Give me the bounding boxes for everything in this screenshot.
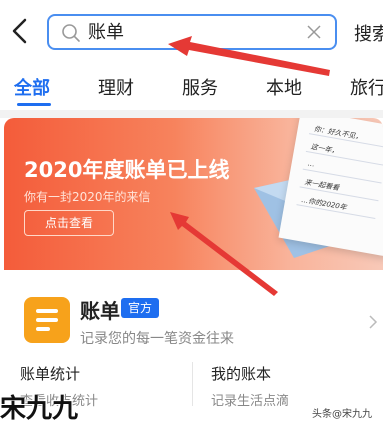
bill-statistics-title: 账单统计	[20, 365, 81, 383]
tab-all[interactable]: 全部	[14, 74, 50, 100]
watermark-right: 头条@宋九九	[312, 409, 372, 420]
view-bill-button[interactable]: 点击查看	[24, 210, 114, 236]
official-badge: 官方	[121, 298, 159, 318]
letter-illustration: 你：好久不见， 这一年， … 来一起看看 …你的2020年	[278, 118, 383, 257]
banner-title: 2020年度账单已上线	[24, 158, 230, 182]
app-description: 记录您的每一笔资金往来	[80, 331, 234, 347]
clear-icon[interactable]	[305, 23, 323, 41]
category-tabs: 全部 理财 服务 本地 旅行	[0, 62, 383, 110]
search-button[interactable]: 搜索	[354, 20, 383, 46]
letter-text: 这一年，	[310, 142, 340, 156]
tab-services[interactable]: 服务	[182, 74, 218, 100]
watermark-left: 宋九九	[0, 394, 79, 424]
chevron-right-icon[interactable]	[368, 314, 378, 330]
annual-bill-banner[interactable]: 你：好久不见， 这一年， … 来一起看看 …你的2020年 2020年度账单已上…	[4, 118, 383, 270]
divider	[192, 362, 193, 406]
letter-text: 你：好久不见，	[313, 125, 363, 142]
search-icon	[62, 24, 80, 42]
tab-local[interactable]: 本地	[266, 74, 302, 100]
search-input[interactable]: 账单	[47, 14, 337, 50]
search-query-text: 账单	[88, 22, 124, 43]
app-name: 账单	[80, 299, 120, 323]
letter-text: …	[307, 159, 316, 169]
my-ledger-subtitle: 记录生活点滴	[211, 394, 290, 409]
tab-travel[interactable]: 旅行	[350, 74, 383, 100]
my-ledger-title: 我的账本	[211, 365, 272, 383]
top-bar: 账单 搜索	[0, 0, 383, 62]
my-ledger-entry[interactable]: 我的账本 记录生活点滴	[211, 363, 289, 409]
bill-app-icon	[24, 297, 70, 343]
section-gap	[0, 110, 383, 118]
active-tab-indicator	[17, 103, 51, 106]
banner-subtitle: 你有一封2020年的来信	[24, 190, 151, 204]
back-arrow-icon[interactable]	[8, 16, 32, 46]
tab-finance[interactable]: 理财	[98, 74, 134, 100]
